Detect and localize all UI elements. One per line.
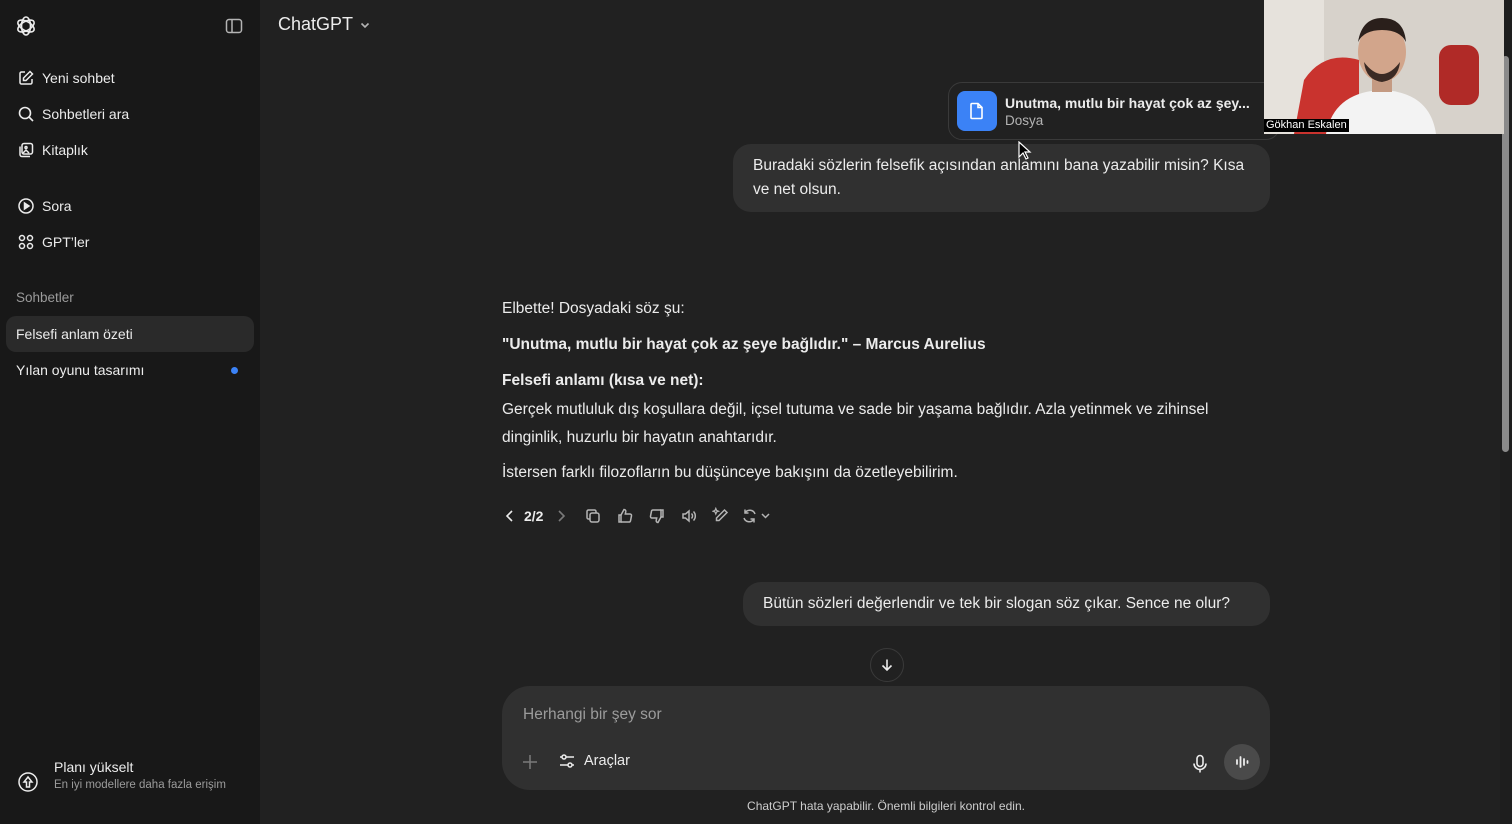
thumbs-up-icon[interactable] [613, 504, 637, 528]
webcam-person-image [1264, 0, 1504, 134]
chat-item[interactable]: Yılan oyunu tasarımı [6, 352, 254, 388]
mouse-cursor-icon [1018, 140, 1032, 166]
tools-label: Araçlar [584, 753, 630, 769]
grid-icon [16, 232, 36, 252]
message-actions: 2/2 [498, 504, 783, 528]
sidebar-item-gpts[interactable]: GPT’ler [6, 224, 254, 260]
model-name: ChatGPT [278, 14, 354, 34]
document-icon [957, 91, 997, 131]
tools-button[interactable]: Araçlar [558, 752, 630, 770]
model-picker-button[interactable]: ChatGPT [278, 14, 371, 35]
chat-item-label: Felsefi anlam özeti [16, 326, 133, 342]
sidebar-toggle-icon[interactable] [224, 16, 244, 36]
read-aloud-icon[interactable] [677, 504, 701, 528]
file-name: Unutma, mutlu bir hayat çok az şey... [1005, 94, 1250, 111]
user-message-bubble: Buradaki sözlerin felsefik açısından anl… [733, 144, 1270, 212]
assistant-outro-text: İstersen farklı filozofların bu düşüncey… [502, 464, 958, 481]
openai-logo-icon[interactable] [14, 14, 38, 38]
copy-icon[interactable] [581, 504, 605, 528]
section-label-chats: Sohbetler [16, 290, 74, 305]
microphone-icon[interactable] [1188, 752, 1212, 776]
chevron-down-icon [360, 22, 370, 28]
chat-item-label: Yılan oyunu tasarımı [16, 362, 145, 378]
assistant-quote-text: "Unutma, mutlu bir hayat çok az şeye bağ… [502, 336, 986, 353]
arrow-down-icon [881, 659, 893, 672]
voice-mode-button[interactable] [1224, 744, 1260, 780]
edit-icon[interactable] [709, 504, 733, 528]
waveform-icon [1236, 756, 1249, 768]
sidebar-item-label: Sohbetleri ara [42, 106, 130, 122]
unread-dot-icon [231, 367, 238, 374]
new-chat-icon [16, 68, 36, 88]
thumbs-down-icon[interactable] [645, 504, 669, 528]
sidebar-item-label: Kitaplık [42, 142, 88, 158]
sidebar-item-new-chat[interactable]: Yeni sohbet [6, 60, 254, 96]
scroll-down-button[interactable] [870, 648, 904, 682]
play-icon [16, 196, 36, 216]
composer: Herhangi bir şey sor Araçlar [502, 686, 1270, 790]
webcam-name-label: Gökhan Eskalen [1264, 119, 1349, 132]
sidebar-item-library[interactable]: Kitaplık [6, 132, 254, 168]
plus-icon[interactable] [520, 752, 540, 772]
search-icon [16, 104, 36, 124]
webcam-overlay: Gökhan Eskalen [1264, 0, 1504, 134]
sidebar-item-sora[interactable]: Sora [6, 188, 254, 224]
sidebar-item-search[interactable]: Sohbetleri ara [6, 96, 254, 132]
assistant-heading-text: Felsefi anlamı (kısa ve net): [502, 372, 704, 389]
assistant-body-text: Gerçek mutluluk dış koşullara değil, içs… [502, 401, 1209, 446]
upgrade-icon [16, 770, 40, 794]
sliders-icon [560, 754, 574, 768]
regenerate-icon[interactable] [741, 504, 775, 528]
sidebar-item-label: GPT’ler [42, 234, 90, 250]
response-pager: 2/2 [524, 508, 544, 524]
upgrade-plan-button[interactable]: Planı yükselt En iyi modellere daha fazl… [16, 756, 246, 812]
upgrade-title: Planı yükselt [54, 759, 134, 775]
sidebar-item-label: Yeni sohbet [42, 70, 115, 86]
file-type: Dosya [1005, 112, 1044, 128]
previous-response-icon[interactable] [498, 504, 522, 528]
upgrade-subtitle: En iyi modellere daha fazla erişim [54, 779, 226, 791]
prompt-input[interactable]: Herhangi bir şey sor [523, 706, 662, 724]
next-response-icon[interactable] [549, 504, 573, 528]
file-attachment-card[interactable]: Unutma, mutlu bir hayat çok az şey... Do… [948, 82, 1280, 140]
library-icon [16, 140, 36, 160]
assistant-intro-text: Elbette! Dosyadaki söz şu: [502, 300, 685, 317]
sidebar-item-label: Sora [42, 198, 72, 214]
sidebar: Yeni sohbet Sohbetleri ara Kitaplık Sora… [0, 0, 260, 824]
disclaimer-text: ChatGPT hata yapabilir. Önemli bilgileri… [747, 799, 1025, 813]
user-message-bubble: Bütün sözleri değerlendir ve tek bir slo… [743, 582, 1270, 626]
chat-item-active[interactable]: Felsefi anlam özeti [6, 316, 254, 352]
